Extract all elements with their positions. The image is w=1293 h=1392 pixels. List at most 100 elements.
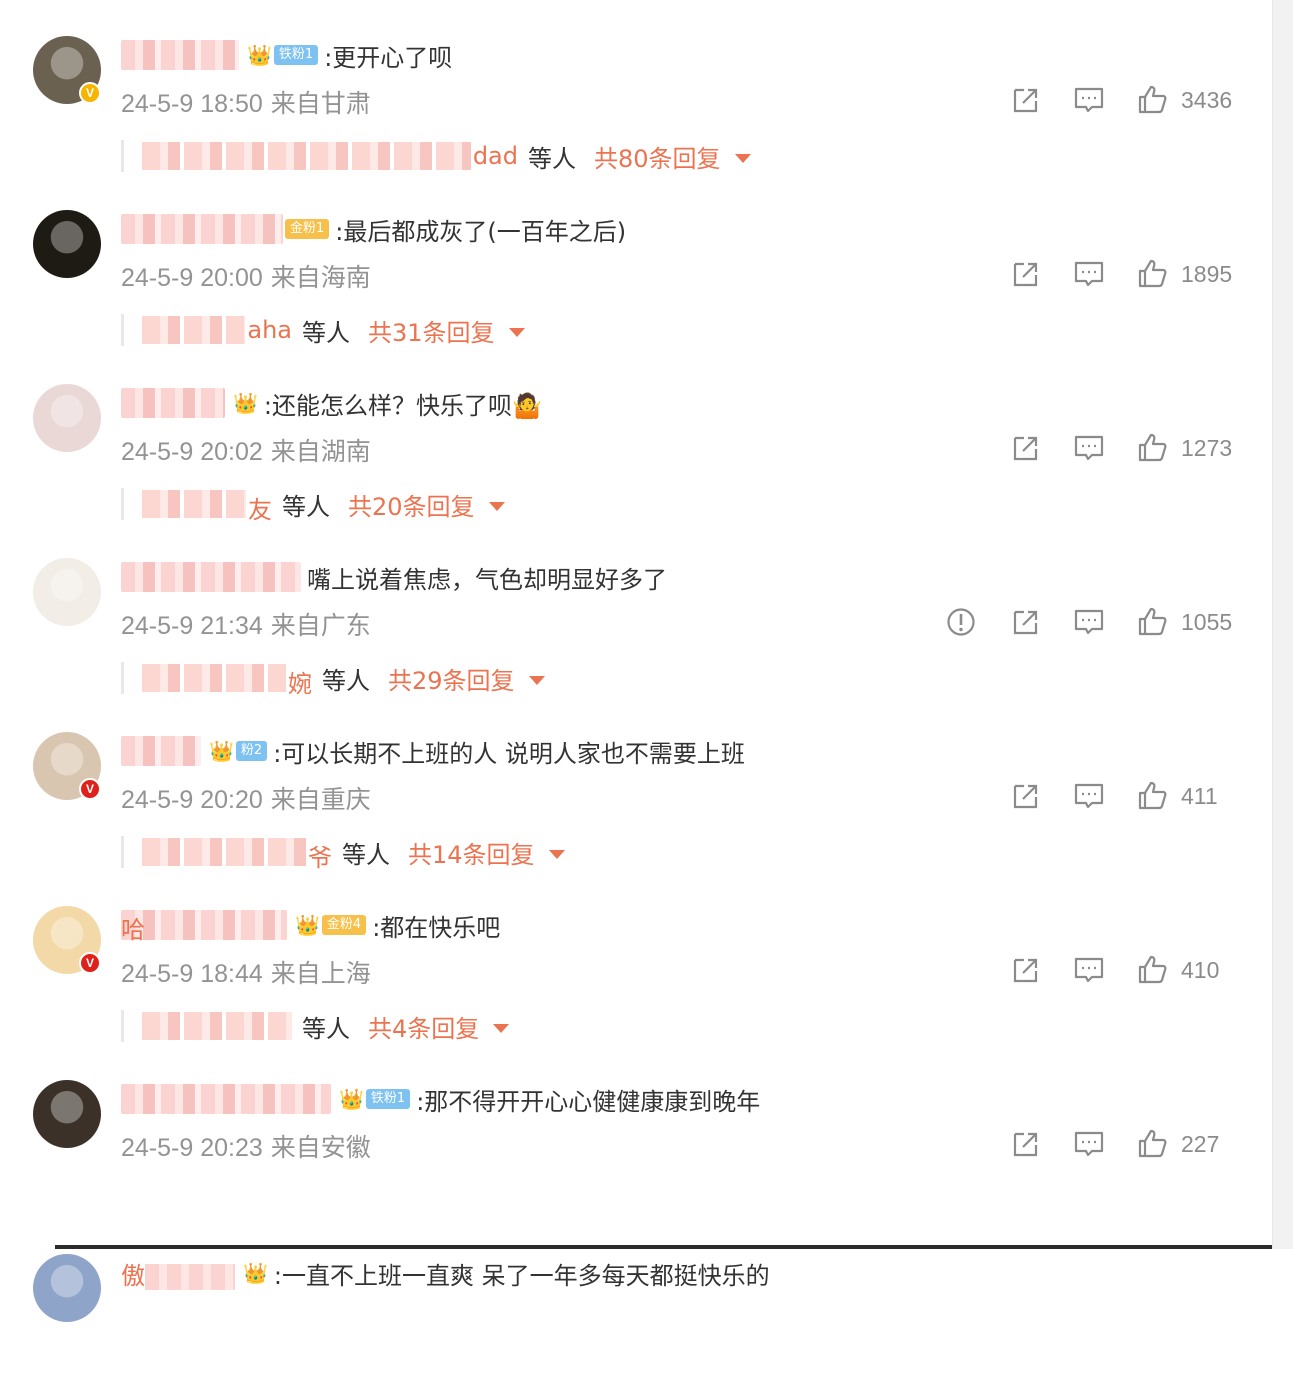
comment-meta: 24-5-9 20:00 来自海南 [121,258,371,294]
comment-header: 👑:还能怎么样？快乐了呗🤷 [121,386,542,420]
like-icon[interactable] [1137,606,1169,638]
comment-header: 👑 粉2:可以长期不上班的人 说明人家也不需要上班 [121,734,745,768]
avatar[interactable] [33,384,101,452]
reply-user-names[interactable] [142,1012,292,1040]
caret-down-icon[interactable] [734,153,751,163]
reply-count-link[interactable]: 共4条回复 [368,1009,479,1044]
reply-summary[interactable]: 友等人 共20条回复 [121,487,505,525]
comment-item: 嘴上说着焦虑，气色却明显好多了 24-5-9 21:34 来自广东 1055 婉等人 共2… [0,522,1270,699]
comment-meta: 24-5-9 20:23 来自安徽 [121,1128,371,1164]
comment-time: 24-5-9 20:23 [121,1134,263,1162]
like-icon[interactable] [1137,954,1169,986]
comment-text: :更开心了呗 [324,43,453,72]
share-icon[interactable] [1009,84,1041,116]
reply-user-names[interactable]: 爷 [142,838,332,873]
comment-item: 金粉1:最后都成灰了(一百年之后) 24-5-9 20:00 来自海南 1895 aha… [0,174,1270,348]
reply-user-names[interactable]: dad [142,142,518,170]
reply-count-link[interactable]: 共14条回复 [408,835,535,870]
comment-item: 👑 铁粉1:那不得开开心心健健康康到晚年 24-5-9 20:23 来自安徽 227 [0,1044,1270,1218]
reply-etc-label: 等人 [528,144,576,173]
comment-icon[interactable] [1073,780,1105,812]
report-icon[interactable] [945,606,977,638]
comment-meta: 24-5-9 20:02 来自湖南 [121,432,371,468]
like-icon[interactable] [1137,258,1169,290]
reply-summary[interactable]: aha 等人 共31条回复 [121,313,525,348]
comment-actions: 227 [977,1128,1233,1160]
comment-meta: 24-5-9 18:50 来自甘肃 [121,84,371,120]
reply-count-link[interactable]: 共31条回复 [368,313,495,348]
caret-down-icon[interactable] [548,849,565,859]
comment-location: 来自重庆 [270,785,371,814]
fan-badge[interactable]: 铁粉1 [365,1089,411,1109]
reply-summary[interactable]: dad 等人 共80条回复 [121,139,751,174]
username[interactable] [121,562,301,592]
comment-icon[interactable] [1073,84,1105,116]
username[interactable] [121,1084,331,1114]
fan-crown-icon: 👑 [339,1087,364,1111]
reply-user-names[interactable]: aha [142,316,292,344]
fan-badge[interactable]: 金粉4 [321,915,367,935]
reply-summary[interactable]: 等人 共4条回复 [121,1009,510,1044]
fan-badge[interactable]: 铁粉1 [273,45,319,65]
reply-count-link[interactable]: 共20条回复 [348,487,475,522]
comment-icon[interactable] [1073,606,1105,638]
comment-icon[interactable] [1073,954,1105,986]
comment-icon[interactable] [1073,258,1105,290]
comment-item: V 哈 👑 金粉4:都在快乐吧 24-5-9 18:44 来自上海 410 等人 共4条回复 [0,870,1270,1044]
share-icon[interactable] [1009,954,1041,986]
like-count: 410 [1181,956,1220,983]
reply-count-link[interactable]: 共80条回复 [594,139,721,174]
bottom-scrollbar[interactable] [55,1245,1272,1249]
share-icon[interactable] [1009,258,1041,290]
username[interactable] [121,736,201,766]
reply-etc-label: 等人 [322,666,370,695]
avatar[interactable] [33,558,101,626]
caret-down-icon[interactable] [528,675,545,685]
comment-icon[interactable] [1073,432,1105,464]
share-icon[interactable] [1009,780,1041,812]
comment-header: 金粉1:最后都成灰了(一百年之后) [121,212,626,246]
reply-summary[interactable]: 爷等人 共14条回复 [121,835,565,873]
fan-crown-icon: 👑 [233,391,258,415]
caret-down-icon[interactable] [508,327,525,337]
share-icon[interactable] [1009,1128,1041,1160]
comment-location: 来自甘肃 [270,89,371,118]
comment-text: :都在快乐吧 [372,913,501,942]
avatar[interactable] [33,1254,101,1322]
share-icon[interactable] [1009,606,1041,638]
like-count: 411 [1181,782,1218,809]
fan-crown-icon: 👑 [295,913,320,937]
username[interactable] [121,214,283,244]
fan-badge[interactable]: 金粉1 [285,219,330,239]
username[interactable] [121,388,225,418]
avatar[interactable] [33,210,101,278]
share-icon[interactable] [1009,432,1041,464]
reply-etc-label: 等人 [342,840,390,869]
reply-summary[interactable]: 婉等人 共29条回复 [121,661,545,699]
verified-badge-icon: V [79,82,101,104]
comment-meta: 24-5-9 20:20 来自重庆 [121,780,371,816]
comment-location: 来自湖南 [270,437,371,466]
comment-time: 24-5-9 18:50 [121,90,263,118]
comment-location: 来自上海 [270,959,371,988]
username[interactable]: 傲 [121,1256,235,1291]
like-icon[interactable] [1137,84,1169,116]
comment-header: 嘴上说着焦虑，气色却明显好多了 [121,560,667,594]
comment-time: 24-5-9 18:44 [121,960,263,988]
comment-icon[interactable] [1073,1128,1105,1160]
username[interactable]: 哈 [121,910,287,944]
caret-down-icon[interactable] [488,501,505,511]
like-icon[interactable] [1137,1128,1169,1160]
reply-user-names[interactable]: 婉 [142,664,312,699]
like-icon[interactable] [1137,432,1169,464]
comment-header: 傲 👑:一直不上班一直爽 呆了一年多每天都挺快乐的 [121,1256,770,1290]
comment-location: 来自广东 [270,611,371,640]
like-icon[interactable] [1137,780,1169,812]
caret-down-icon[interactable] [493,1023,510,1033]
reply-user-names[interactable]: 友 [142,490,272,525]
username[interactable] [121,40,239,70]
like-count: 3436 [1181,86,1233,113]
fan-badge[interactable]: 粉2 [235,741,268,761]
reply-count-link[interactable]: 共29条回复 [388,661,515,696]
avatar[interactable] [33,1080,101,1148]
